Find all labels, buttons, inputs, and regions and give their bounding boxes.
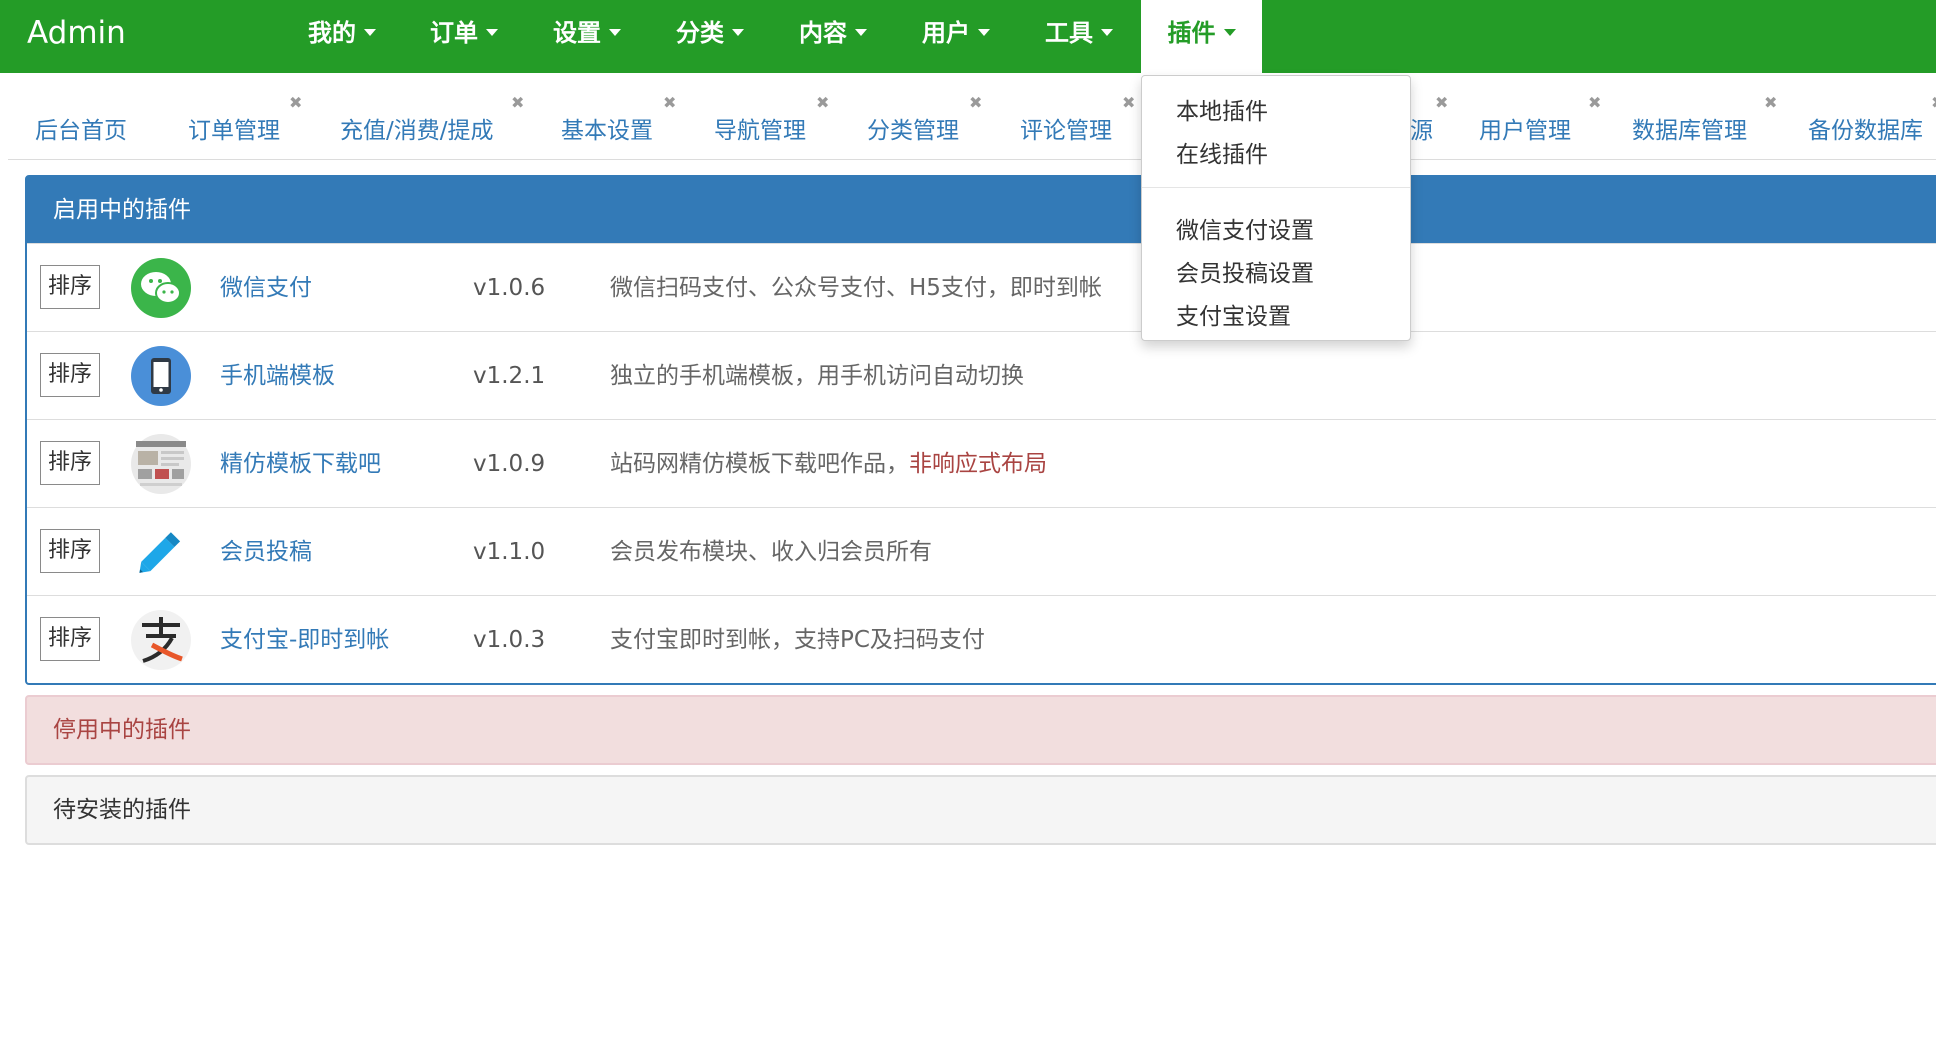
disabled-plugins-panel: 停用中的插件 (25, 695, 1936, 765)
plugin-name-link[interactable]: 微信支付 (220, 244, 312, 332)
nav-menu-label: 设置 (553, 19, 601, 47)
caret-down-icon (1223, 28, 1236, 36)
tab-close-icon[interactable]: ✖ (663, 95, 676, 111)
mobile-phone-icon (130, 345, 192, 407)
caret-down-icon (609, 28, 621, 36)
enabled-plugins-panel: 启用中的插件 排序 微信支付 v1.0.6 微信扫码支付、公众号支付、H5支付，… (25, 175, 1936, 685)
sort-button[interactable]: 排序 (40, 529, 100, 573)
tab-close-icon[interactable]: ✖ (969, 95, 982, 111)
tab-database-management[interactable]: 数据库管理 (1632, 111, 1747, 145)
plugin-description: 支付宝即时到帐，支持PC及扫码支付 (610, 596, 985, 684)
nav-menu-label: 内容 (799, 19, 847, 47)
nav-menu-plugins[interactable]: 插件 (1141, 0, 1262, 73)
nav-menu-content[interactable]: 内容 (781, 0, 885, 73)
plugin-description-text: 支付宝即时到帐，支持PC及扫码支付 (610, 627, 985, 653)
menu-item-online-plugins[interactable]: 在线插件 (1176, 135, 1268, 169)
wechat-icon (130, 257, 192, 319)
brand-logo[interactable]: Admin (27, 0, 126, 73)
nav-menu-settings[interactable]: 设置 (535, 0, 639, 73)
plugin-row: 排序 精仿模板下载吧 v1.0.9 站码网精仿模板下载吧作品，非响应式布局 (27, 419, 1936, 507)
non-responsive-warning: 非响应式布局 (909, 451, 1047, 477)
nav-menu-label: 分类 (676, 19, 724, 47)
plugins-dropdown-menu: 本地插件 在线插件 微信支付设置 会员投稿设置 支付宝设置 (1141, 75, 1411, 341)
plugin-row: 排序 支付宝-即时到帐 v1.0.3 支付宝即时到帐，支持PC及扫码支付 (27, 595, 1936, 683)
nav-menu-label: 工具 (1045, 19, 1093, 47)
caret-down-icon (855, 28, 867, 36)
template-thumbnail-icon (130, 433, 192, 495)
nav-menu-orders[interactable]: 订单 (412, 0, 516, 73)
tab-navigation-management[interactable]: 导航管理 (714, 111, 806, 145)
menu-item-local-plugins[interactable]: 本地插件 (1176, 92, 1268, 126)
plugin-name-link[interactable]: 精仿模板下载吧 (220, 420, 381, 508)
sort-button[interactable]: 排序 (40, 617, 100, 661)
tab-category-management[interactable]: 分类管理 (867, 111, 959, 145)
tab-close-icon[interactable]: ✖ (816, 95, 829, 111)
tab-close-icon[interactable]: ✖ (1122, 95, 1135, 111)
tab-strip: 后台首页 订单管理 ✖ 充值/消费/提成 ✖ 基本设置 ✖ 导航管理 ✖ 分类管… (8, 73, 1936, 160)
caret-down-icon (364, 28, 376, 36)
caret-down-icon (978, 28, 990, 36)
plugin-version: v1.2.1 (473, 363, 546, 389)
plugin-description-text: 独立的手机端模板，用手机访问自动切换 (610, 363, 1024, 389)
menu-item-alipay-settings[interactable]: 支付宝设置 (1176, 297, 1291, 331)
nav-menu-categories[interactable]: 分类 (658, 0, 762, 73)
nav-menu-label: 插件 (1167, 19, 1216, 47)
plugin-version: v1.1.0 (473, 539, 546, 565)
nav-menu-tools[interactable]: 工具 (1027, 0, 1131, 73)
nav-menu-mine[interactable]: 我的 (290, 0, 394, 73)
sort-button[interactable]: 排序 (40, 441, 100, 485)
plugin-name-link[interactable]: 支付宝-即时到帐 (220, 596, 389, 684)
plugin-version: v1.0.6 (473, 275, 546, 301)
nav-menu-label: 我的 (308, 19, 356, 47)
plugin-row: 排序 手机端模板 v1.2.1 独立的手机端模板，用手机访问自动切换 (27, 331, 1936, 419)
plugin-description-text: 站码网精仿模板下载吧作品， (610, 451, 909, 477)
tab-dashboard[interactable]: 后台首页 (35, 111, 127, 145)
tab-order-management[interactable]: 订单管理 (188, 111, 280, 145)
nav-menu-label: 用户 (922, 19, 970, 47)
top-navbar: Admin 我的 订单 设置 分类 内容 用户 工具 插件 (0, 0, 1936, 73)
caret-down-icon (1101, 28, 1113, 36)
plugin-name-link[interactable]: 手机端模板 (220, 332, 335, 420)
plugin-description: 会员发布模块、收入归会员所有 (610, 508, 932, 596)
plugin-row: 排序 会员投稿 v1.1.0 会员发布模块、收入归会员所有 (27, 507, 1936, 595)
tab-basic-settings[interactable]: 基本设置 (561, 111, 653, 145)
pending-plugins-panel: 待安装的插件 (25, 775, 1936, 845)
tab-close-icon[interactable]: ✖ (1435, 95, 1448, 111)
plugin-description: 站码网精仿模板下载吧作品，非响应式布局 (610, 420, 1047, 508)
caret-down-icon (732, 28, 744, 36)
caret-down-icon (486, 28, 498, 36)
plugin-description: 微信扫码支付、公众号支付、H5支付，即时到帐 (610, 244, 1102, 332)
tab-user-management[interactable]: 用户管理 (1479, 111, 1571, 145)
plugin-description-text: 微信扫码支付、公众号支付、H5支付，即时到帐 (610, 275, 1102, 301)
tab-close-icon[interactable]: ✖ (1588, 95, 1601, 111)
pencil-icon (130, 521, 192, 583)
menu-item-wechat-pay-settings[interactable]: 微信支付设置 (1176, 211, 1314, 245)
plugin-version: v1.0.3 (473, 627, 546, 653)
sort-button[interactable]: 排序 (40, 353, 100, 397)
tab-recharge-consume[interactable]: 充值/消费/提成 (340, 111, 494, 145)
tab-close-icon[interactable]: ✖ (1931, 95, 1936, 111)
tab-close-icon[interactable]: ✖ (1764, 95, 1777, 111)
menu-item-member-submission-settings[interactable]: 会员投稿设置 (1176, 254, 1314, 288)
panel-title[interactable]: 待安装的插件 (27, 777, 1936, 843)
plugin-name-link[interactable]: 会员投稿 (220, 508, 312, 596)
alipay-icon (130, 609, 192, 671)
plugin-description: 独立的手机端模板，用手机访问自动切换 (610, 332, 1024, 420)
tab-backup-database[interactable]: 备份数据库 (1808, 111, 1923, 145)
plugin-row: 排序 微信支付 v1.0.6 微信扫码支付、公众号支付、H5支付，即时到帐 (27, 243, 1936, 331)
panel-title: 启用中的插件 (27, 177, 1936, 243)
tab-resource-partial[interactable]: 源 (1410, 111, 1433, 145)
tab-close-icon[interactable]: ✖ (289, 95, 302, 111)
nav-menu-label: 订单 (430, 19, 478, 47)
menu-divider (1142, 187, 1410, 188)
nav-menu-users[interactable]: 用户 (904, 0, 1008, 73)
plugin-version: v1.0.9 (473, 451, 546, 477)
tab-close-icon[interactable]: ✖ (511, 95, 524, 111)
sort-button[interactable]: 排序 (40, 265, 100, 309)
plugin-description-text: 会员发布模块、收入归会员所有 (610, 539, 932, 565)
panel-title[interactable]: 停用中的插件 (27, 697, 1936, 763)
tab-comment-management[interactable]: 评论管理 (1020, 111, 1112, 145)
